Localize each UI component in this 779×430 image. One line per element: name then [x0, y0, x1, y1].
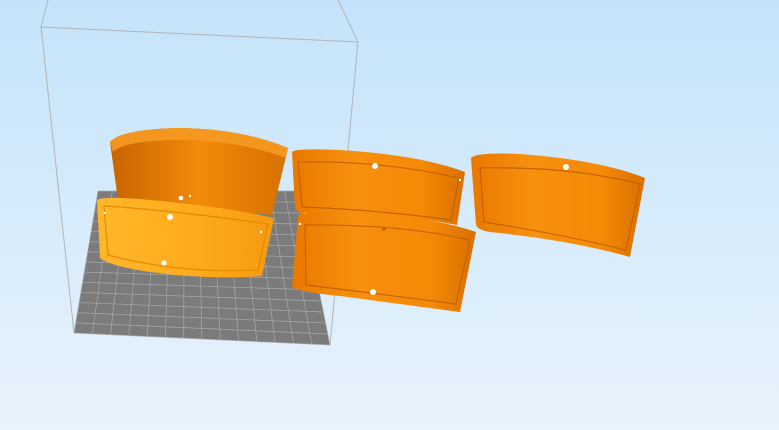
3d-viewport[interactable] — [0, 0, 779, 430]
